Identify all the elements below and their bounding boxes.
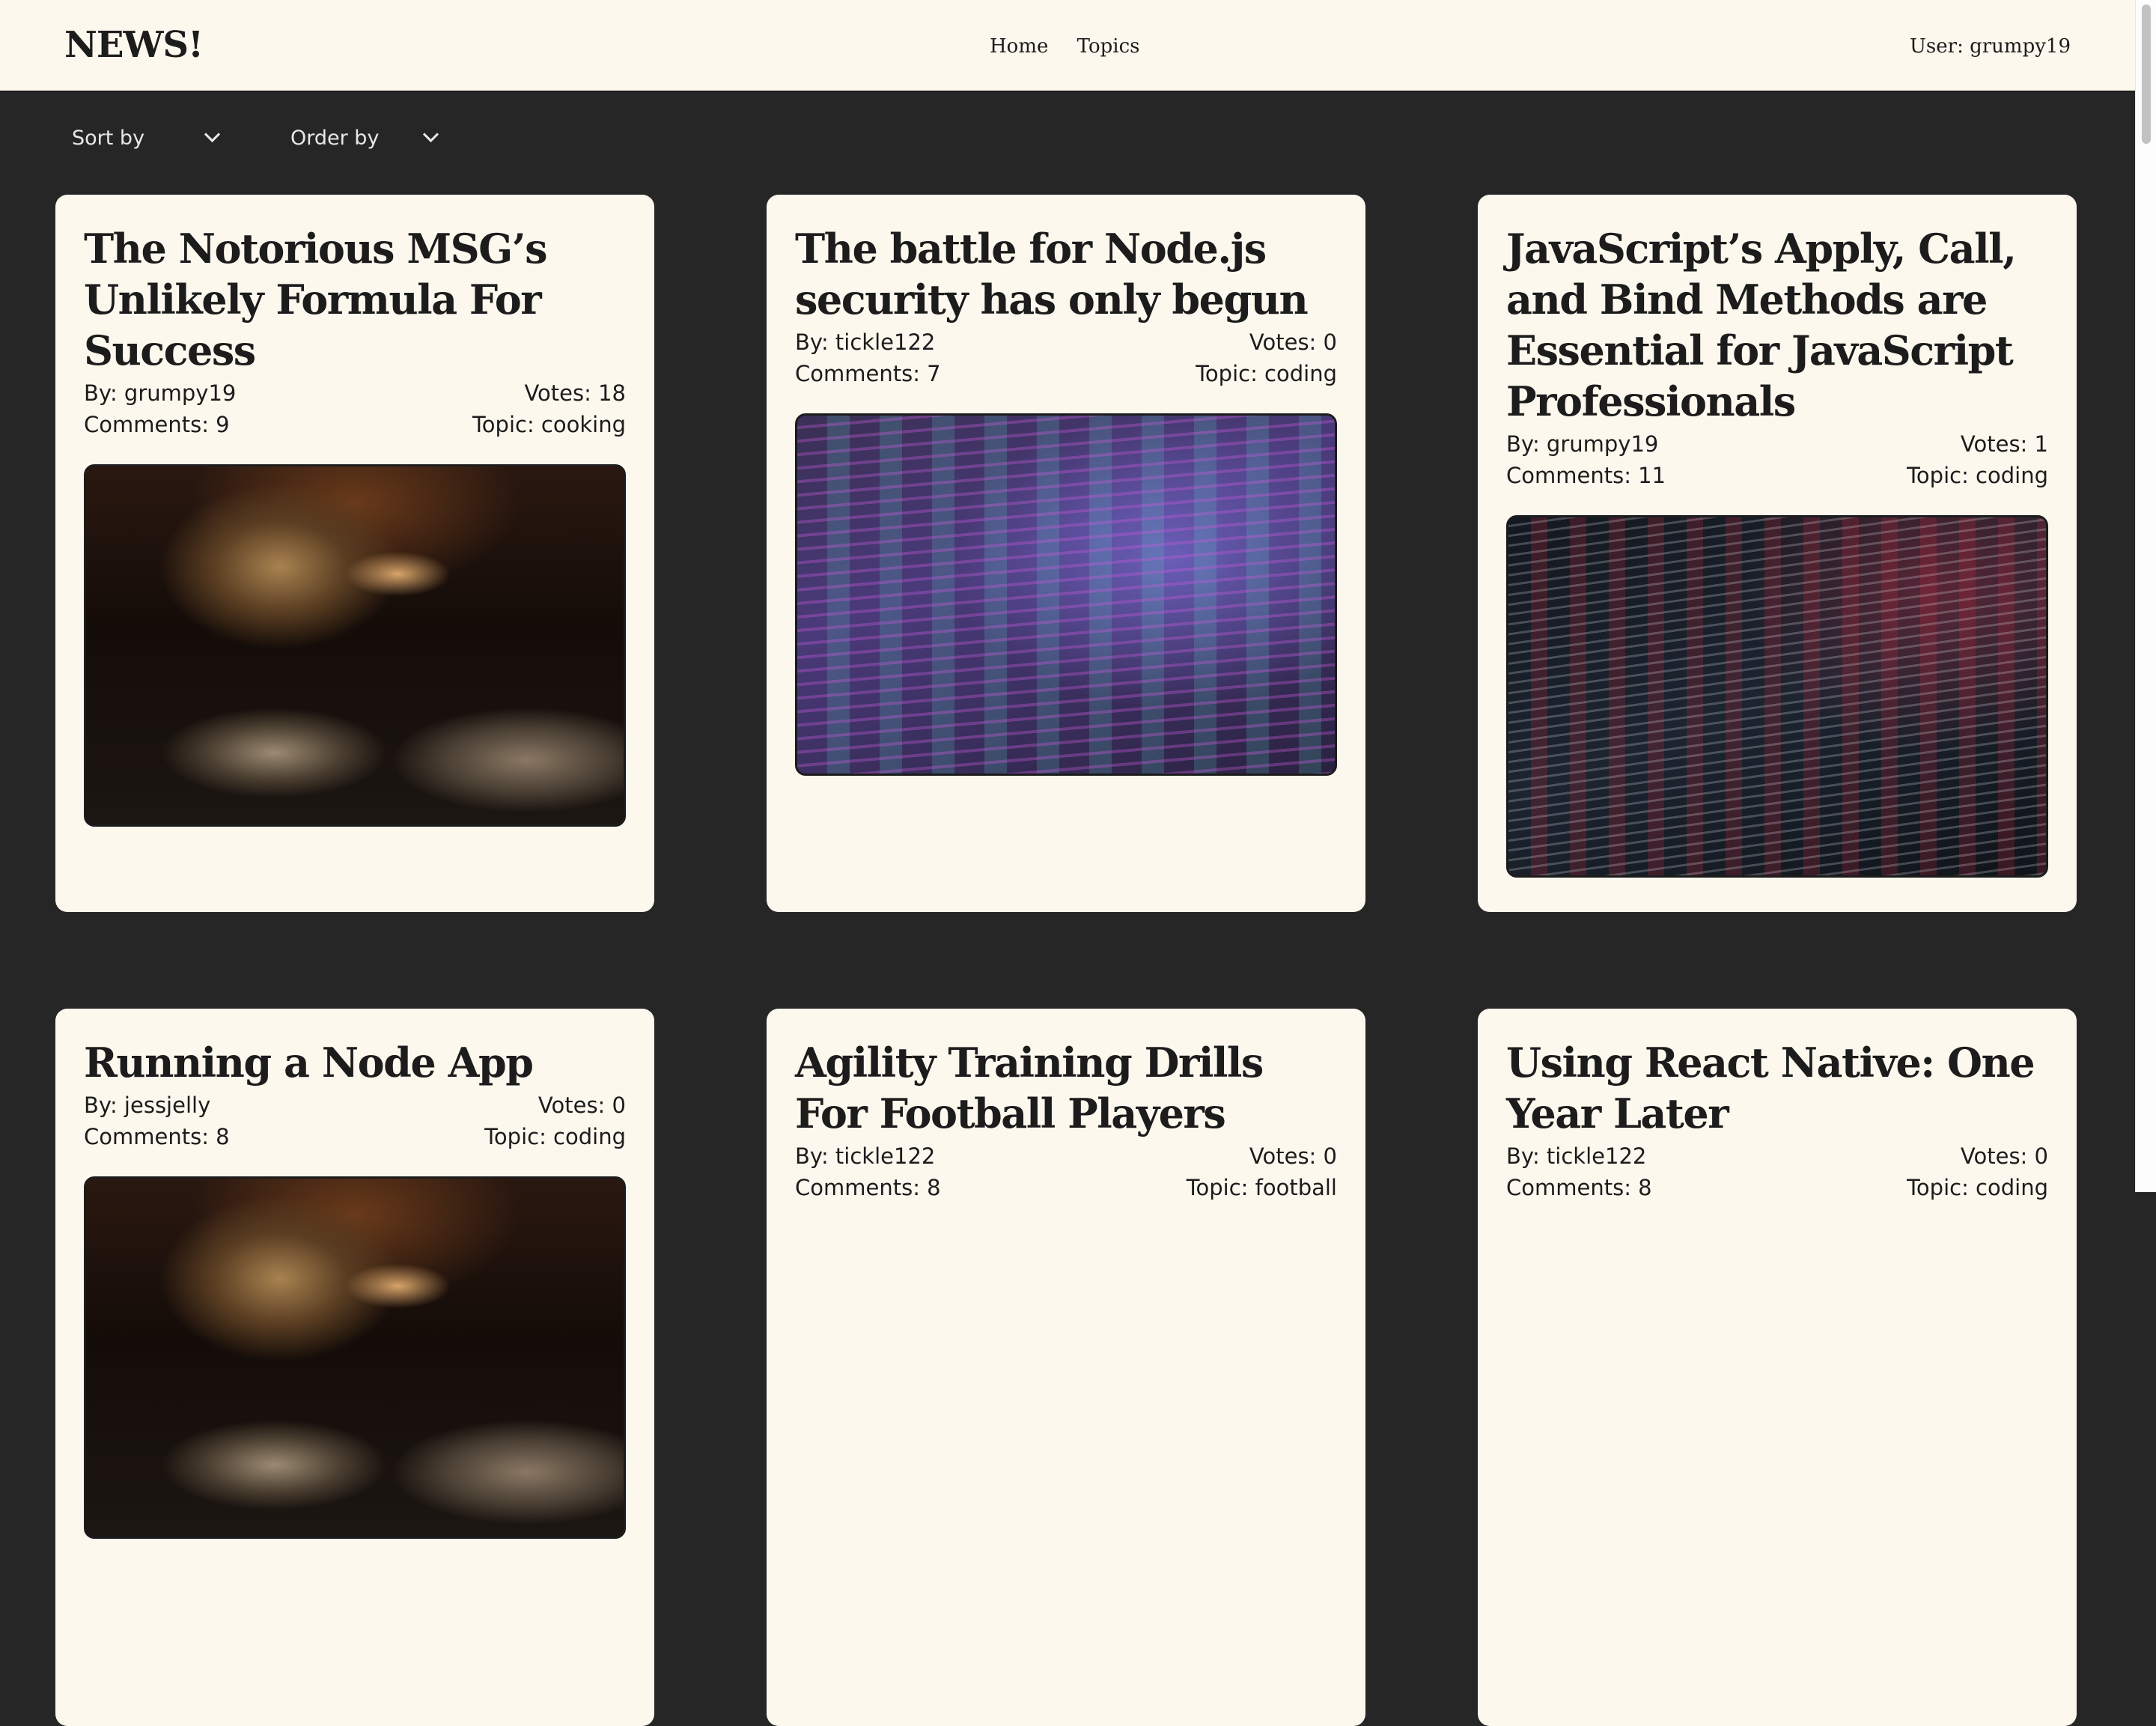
article-topic: Topic: coding xyxy=(1907,463,2048,488)
main-nav: Home Topics xyxy=(990,33,1162,60)
article-comments: Comments: 9 xyxy=(84,412,230,437)
article-comments: Comments: 11 xyxy=(1506,463,1666,488)
chevron-down-icon xyxy=(422,126,439,143)
article-topic: Topic: cooking xyxy=(472,412,626,437)
article-votes: Votes: 1 xyxy=(1960,431,2048,457)
article-card[interactable]: The battle for Node.js security has only… xyxy=(767,195,1365,912)
article-image[interactable] xyxy=(1506,515,2048,878)
article-votes: Votes: 0 xyxy=(538,1093,626,1118)
sort-by-select[interactable]: Sort by xyxy=(72,120,229,156)
article-title[interactable]: Running a Node App xyxy=(84,1037,630,1088)
nav-home-link[interactable]: Home xyxy=(990,35,1048,58)
article-votes: Votes: 0 xyxy=(1960,1143,2048,1169)
article-comments: Comments: 8 xyxy=(1506,1175,1652,1200)
order-by-select[interactable]: Order by xyxy=(290,120,448,156)
top-header: NEWS! Home Topics User: grumpy19 xyxy=(0,0,2135,92)
article-topic: Topic: coding xyxy=(484,1124,626,1149)
article-comments: Comments: 7 xyxy=(795,361,941,386)
article-topic: Topic: coding xyxy=(1907,1175,2048,1200)
article-meta: By: jessjelly Votes: 0 Comments: 8 Topic… xyxy=(84,1090,626,1152)
article-author: By: grumpy19 xyxy=(84,380,237,406)
article-comments: Comments: 8 xyxy=(795,1175,941,1200)
current-user: User: grumpy19 xyxy=(1910,35,2071,58)
article-meta: By: tickle122 Votes: 0 Comments: 8 Topic… xyxy=(1506,1140,2048,1203)
article-votes: Votes: 0 xyxy=(1249,329,1337,355)
article-author: By: jessjelly xyxy=(84,1093,211,1118)
article-meta: By: tickle122 Votes: 0 Comments: 7 Topic… xyxy=(795,326,1337,389)
order-by-label: Order by xyxy=(290,126,380,150)
article-title[interactable]: The Notorious MSG’s Unlikely Formula For… xyxy=(84,223,630,376)
article-votes: Votes: 0 xyxy=(1249,1143,1337,1169)
article-card[interactable]: The Notorious MSG’s Unlikely Formula For… xyxy=(55,195,654,912)
article-image[interactable] xyxy=(84,464,626,827)
article-author: By: grumpy19 xyxy=(1506,431,1659,457)
page-scrollbar[interactable] xyxy=(2135,0,2156,1192)
article-card[interactable]: Agility Training Drills For Football Pla… xyxy=(767,1009,1365,1726)
article-meta: By: tickle122 Votes: 0 Comments: 8 Topic… xyxy=(795,1140,1337,1203)
article-title[interactable]: Agility Training Drills For Football Pla… xyxy=(795,1037,1342,1139)
sort-by-label: Sort by xyxy=(72,126,145,150)
article-card[interactable]: Using React Native: One Year Later By: t… xyxy=(1478,1009,2077,1726)
article-title[interactable]: Using React Native: One Year Later xyxy=(1506,1037,2053,1139)
article-title[interactable]: The battle for Node.js security has only… xyxy=(795,223,1342,325)
scrollbar-thumb[interactable] xyxy=(2142,4,2151,144)
article-image[interactable] xyxy=(84,1176,626,1539)
article-comments: Comments: 8 xyxy=(84,1124,230,1149)
article-votes: Votes: 18 xyxy=(524,380,626,406)
article-topic: Topic: coding xyxy=(1196,361,1337,386)
article-title[interactable]: JavaScript’s Apply, Call, and Bind Metho… xyxy=(1506,223,2053,427)
article-author: By: tickle122 xyxy=(1506,1143,1647,1169)
article-topic: Topic: football xyxy=(1186,1175,1337,1200)
article-card[interactable]: Running a Node App By: jessjelly Votes: … xyxy=(55,1009,654,1726)
article-author: By: tickle122 xyxy=(795,329,936,355)
site-logo[interactable]: NEWS! xyxy=(64,22,204,67)
nav-topics-link[interactable]: Topics xyxy=(1077,35,1140,58)
article-meta: By: grumpy19 Votes: 1 Comments: 11 Topic… xyxy=(1506,428,2048,491)
article-author: By: tickle122 xyxy=(795,1143,936,1169)
article-card[interactable]: JavaScript’s Apply, Call, and Bind Metho… xyxy=(1478,195,2077,912)
chevron-down-icon xyxy=(204,126,221,143)
article-meta: By: grumpy19 Votes: 18 Comments: 9 Topic… xyxy=(84,377,626,440)
article-image[interactable] xyxy=(795,413,1337,776)
